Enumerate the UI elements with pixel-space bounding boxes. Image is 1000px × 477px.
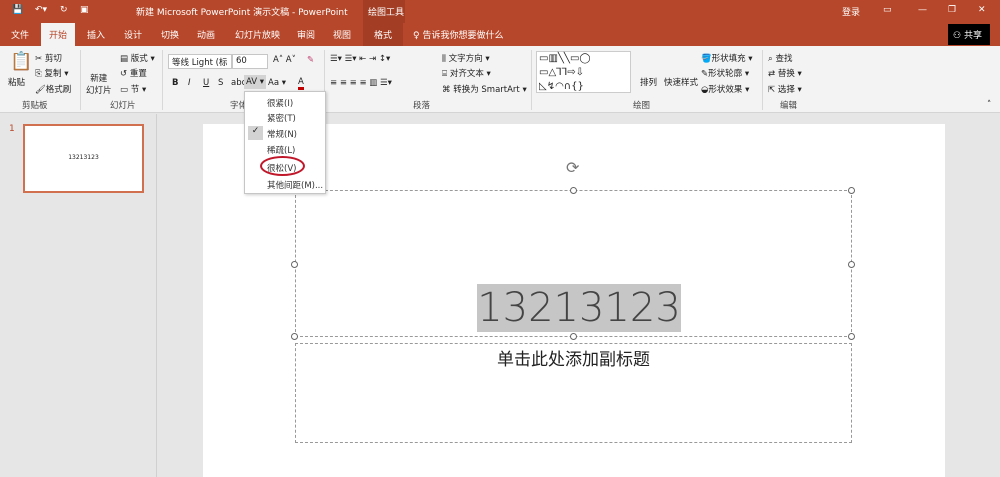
tell-me-text: 告诉我你想要做什么 [422, 31, 504, 41]
layout-button[interactable]: ▤ 版式 ▾ [120, 52, 155, 64]
close-icon[interactable]: ✕ [978, 5, 986, 15]
resize-handle[interactable] [570, 333, 577, 340]
share-label: 共享 [963, 31, 982, 41]
context-tab-label: 绘图工具 [368, 8, 405, 18]
arrange-button[interactable]: 排列 [640, 76, 657, 88]
slides-group-label: 幻灯片 [110, 101, 136, 111]
minimize-icon[interactable]: — [918, 5, 927, 15]
character-spacing-button[interactable]: AV ▾ [244, 75, 267, 89]
resize-handle[interactable] [291, 333, 298, 340]
present-icon[interactable]: ▣ [80, 5, 89, 15]
person-icon: ⚇ [953, 31, 962, 41]
editing-group-label: 编辑 [780, 101, 798, 111]
check-icon: ✓ [248, 126, 263, 140]
tab-design[interactable]: 设计 [124, 28, 142, 41]
shape-fill-button[interactable]: 🪣形状填充 ▾ [701, 52, 753, 64]
divider [531, 50, 532, 110]
slide-thumbnail[interactable]: 13213123 [23, 124, 144, 193]
clipboard-group-label: 剪贴板 [22, 101, 48, 111]
tab-home[interactable]: 开始 [41, 23, 76, 46]
section-button[interactable]: ▭ 节 ▾ [120, 83, 146, 95]
divider [80, 50, 81, 110]
menu-item-tight[interactable]: 紧密(T) [267, 112, 296, 124]
paste-button[interactable]: 粘贴 [8, 76, 25, 88]
ribbon-display-icon[interactable]: ▭ [883, 5, 892, 15]
grow-font-button[interactable]: A˄ A˅ [273, 55, 296, 65]
rotate-handle-icon[interactable]: ⟳ [566, 158, 579, 177]
reset-button[interactable]: ↺ 重置 [120, 67, 147, 79]
resize-handle[interactable] [848, 187, 855, 194]
italic-button[interactable]: I [188, 78, 191, 88]
divider [762, 50, 763, 110]
character-spacing-menu: 很紧(I) 紧密(T) ✓ 常规(N) 稀疏(L) 很松(V) 其他间距(M).… [244, 91, 326, 194]
change-case-button[interactable]: Aa ▾ [268, 78, 286, 88]
tab-review[interactable]: 审阅 [297, 28, 315, 41]
copy-button[interactable]: ⎘ 复制 ▾ [35, 67, 69, 79]
text-direction-button[interactable]: ⫼ 文字方向 ▾ [442, 52, 490, 64]
find-button[interactable]: ⌕ 查找 [768, 52, 792, 64]
login-link[interactable]: 登录 [842, 5, 860, 18]
paste-icon[interactable]: 📋 [10, 51, 32, 72]
smartart-button[interactable]: ⌘ 转换为 SmartArt ▾ [442, 83, 527, 95]
new-slide-button[interactable]: 新建 幻灯片 [86, 72, 112, 96]
format-painter-button[interactable]: 🖌格式刷 [35, 83, 71, 95]
tab-transitions[interactable]: 切换 [161, 28, 179, 41]
resize-handle[interactable] [570, 187, 577, 194]
slide-subtitle-text[interactable]: 单击此处添加副标题 [295, 345, 852, 370]
paragraph-group-label: 段落 [413, 101, 431, 111]
slide-title-text[interactable]: 13213123 [477, 284, 681, 332]
bullets-button[interactable]: ☰▾ ☰▾ ⇤ ⇥ ↕▾ [330, 54, 390, 64]
shape-effects-button[interactable]: ◒形状效果 ▾ [701, 83, 749, 95]
resize-handle[interactable] [291, 261, 298, 268]
menu-item-loose[interactable]: 稀疏(L) [267, 144, 295, 156]
redo-icon[interactable]: ↻ [60, 5, 68, 15]
undo-icon[interactable]: ↶▾ [35, 5, 47, 15]
ribbon-tabs: 文件 开始 插入 设计 切换 动画 幻灯片放映 审阅 视图 格式 ♀ 告诉我你想… [0, 23, 1000, 46]
tab-animations[interactable]: 动画 [197, 28, 215, 41]
font-size-select[interactable]: 60 [232, 54, 268, 69]
bold-button[interactable]: B [172, 78, 178, 88]
quick-styles-button[interactable]: 快速样式 [664, 76, 698, 88]
shape-outline-button[interactable]: ✎形状轮廓 ▾ [701, 67, 749, 79]
underline-button[interactable]: U [203, 78, 209, 88]
tab-slideshow[interactable]: 幻灯片放映 [235, 28, 280, 41]
menu-item-more-spacing[interactable]: 其他间距(M)... [267, 179, 323, 191]
tab-view[interactable]: 视图 [333, 28, 351, 41]
tab-insert[interactable]: 插入 [87, 28, 105, 41]
replace-button[interactable]: ⇄ 替换 ▾ [768, 67, 802, 79]
select-button[interactable]: ⇱ 选择 ▾ [768, 83, 802, 95]
ribbon: 📋 粘贴 ✂ 剪切 ⎘ 复制 ▾ 🖌格式刷 剪贴板 新建 幻灯片 ▤ 版式 ▾ … [0, 46, 1000, 113]
shadow-button[interactable]: S [218, 78, 223, 88]
title-bar: 💾 ↶▾ ↻ ▣ 新建 Microsoft PowerPoint 演示文稿 - … [0, 0, 1000, 23]
tell-me-search[interactable]: ♀ 告诉我你想要做什么 [413, 28, 503, 41]
clear-format-icon[interactable]: ✎ [307, 55, 314, 65]
resize-handle[interactable] [848, 261, 855, 268]
highlight-circle [260, 156, 305, 176]
share-button[interactable]: ⚇ 共享 [948, 24, 990, 45]
font-name-select[interactable]: 等线 Light (标 [168, 54, 232, 69]
shapes-gallery[interactable]: ▭▥╲╲▭◯ ▭△⅂⅂⇨⇩ ◺↯◠∩{} [536, 51, 631, 93]
divider [162, 50, 163, 110]
resize-handle[interactable] [848, 333, 855, 340]
slide-number: 1 [9, 124, 15, 134]
font-color-button[interactable]: A [298, 77, 304, 90]
align-buttons[interactable]: ≡ ≡ ≡ ≡ ▥ ☰▾ [330, 78, 392, 88]
thumbnail-text: 13213123 [68, 154, 99, 161]
drawing-group-label: 绘图 [633, 101, 651, 111]
menu-item-very-tight[interactable]: 很紧(I) [267, 97, 293, 109]
restore-icon[interactable]: ❐ [948, 5, 956, 15]
tab-file[interactable]: 文件 [11, 28, 29, 41]
window-title: 新建 Microsoft PowerPoint 演示文稿 - PowerPoin… [136, 8, 348, 18]
save-icon[interactable]: 💾 [12, 5, 23, 15]
menu-item-normal[interactable]: 常规(N) [267, 128, 297, 140]
align-text-button[interactable]: ⌸ 对齐文本 ▾ [442, 67, 491, 79]
cut-button[interactable]: ✂ 剪切 [35, 52, 62, 64]
tab-format[interactable]: 格式 [363, 23, 404, 46]
collapse-ribbon-icon[interactable]: ˄ [987, 100, 991, 110]
